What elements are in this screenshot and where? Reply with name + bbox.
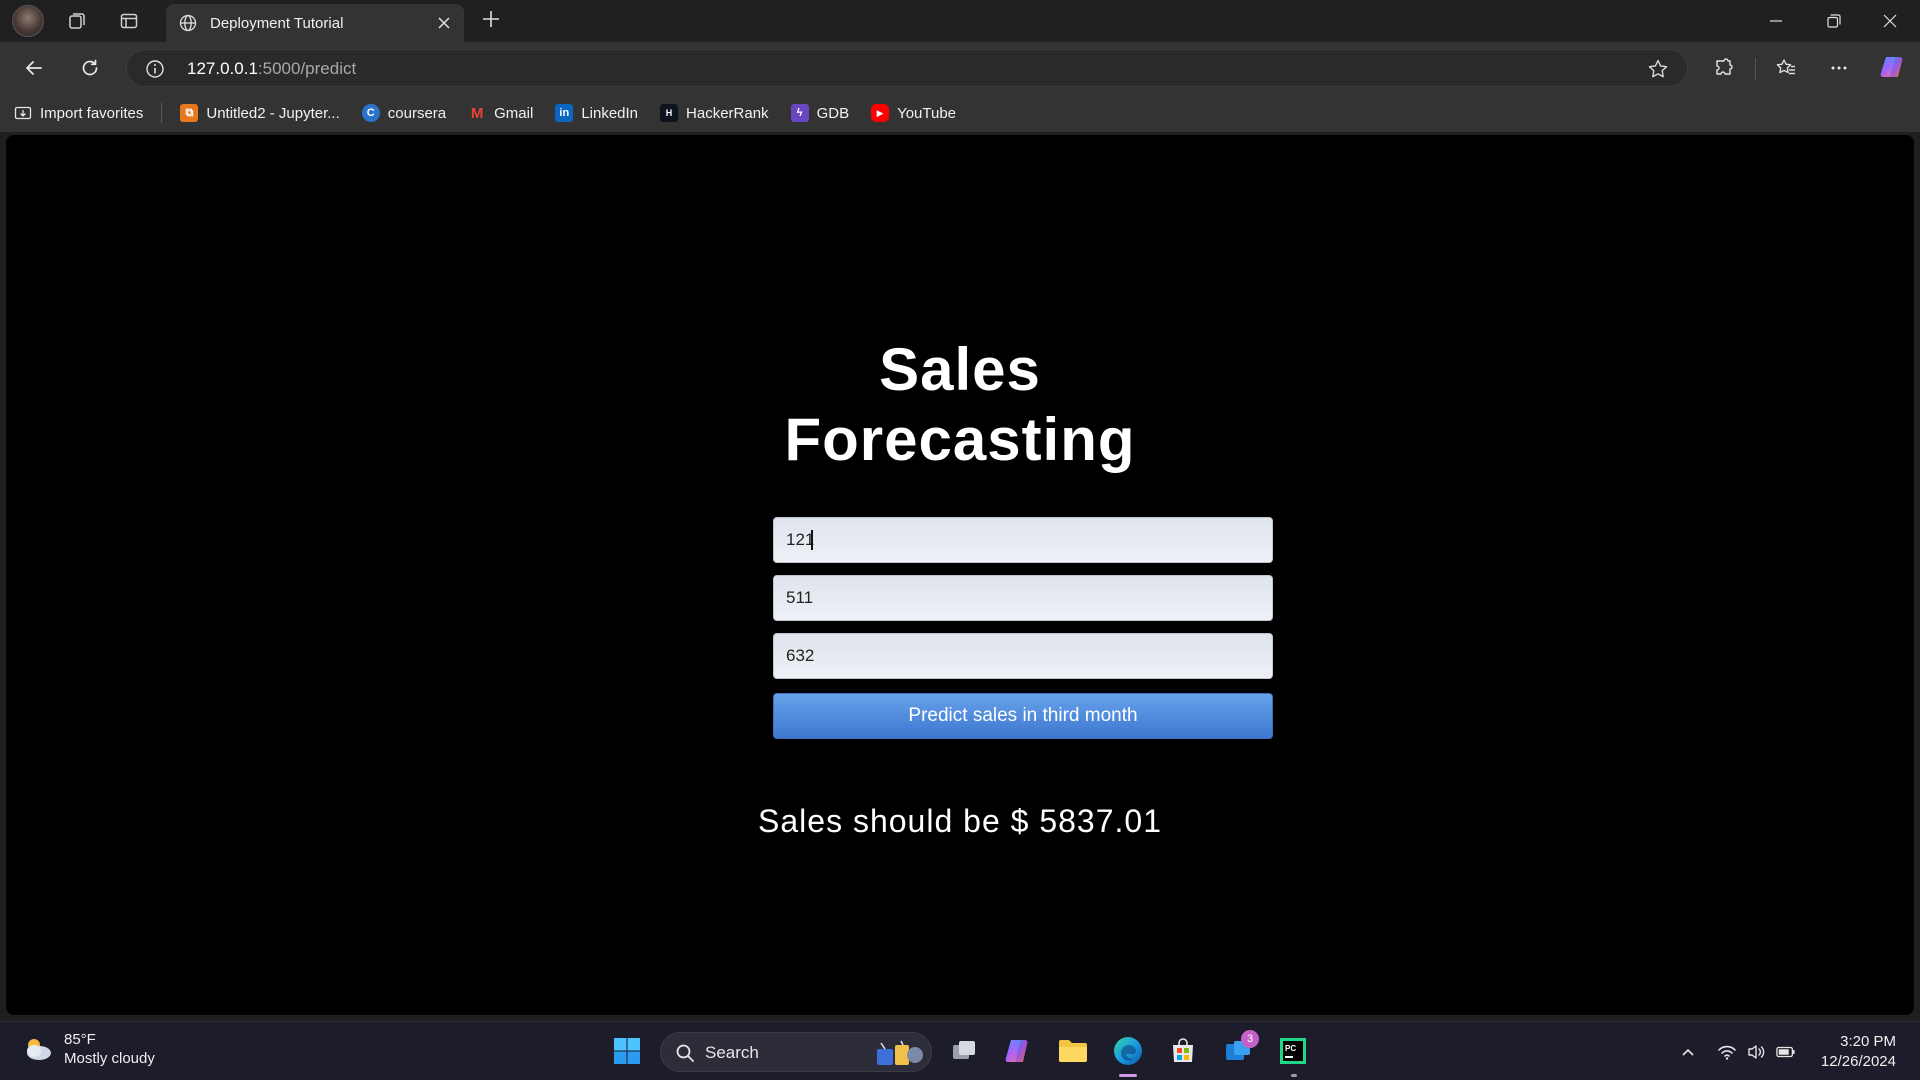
chevron-up-icon[interactable] <box>1678 1042 1698 1062</box>
task-view-icon[interactable] <box>947 1034 981 1068</box>
more-options-icon[interactable] <box>1823 52 1855 84</box>
predict-button[interactable]: Predict sales in third month <box>773 693 1273 739</box>
minimize-icon[interactable] <box>1756 6 1796 36</box>
refresh-icon[interactable] <box>74 52 106 84</box>
clock-time: 3:20 PM <box>1840 1033 1896 1050</box>
gdb-icon: ϟ <box>790 104 809 122</box>
file-explorer-icon[interactable] <box>1056 1034 1090 1068</box>
month3-sales-input[interactable] <box>773 633 1273 679</box>
weather-condition: Mostly cloudy <box>64 1050 155 1067</box>
import-icon <box>14 104 32 122</box>
tab-deployment-tutorial[interactable]: Deployment Tutorial <box>166 4 464 42</box>
bookmark-label: Gmail <box>494 104 534 122</box>
new-tab-button[interactable] <box>478 8 504 34</box>
page-title-line1: Sales <box>879 336 1041 403</box>
bookmark-linkedin[interactable]: in LinkedIn <box>555 99 638 127</box>
tab-close-icon[interactable] <box>434 13 454 33</box>
url-path: :5000/predict <box>257 59 357 78</box>
search-icon <box>675 1043 695 1068</box>
month2-sales-input[interactable] <box>773 575 1273 621</box>
bookmark-label: GDB <box>816 104 850 122</box>
microsoft-store-icon[interactable] <box>1166 1034 1200 1068</box>
edge-active-indicator <box>1119 1074 1137 1077</box>
coursera-icon: C <box>361 104 380 122</box>
pycharm-running-indicator <box>1291 1074 1297 1077</box>
globe-icon <box>178 13 198 33</box>
restore-icon[interactable] <box>1814 6 1854 36</box>
bookmarks-divider <box>161 103 163 123</box>
wifi-icon[interactable] <box>1717 1042 1737 1062</box>
bookmark-import-favorites[interactable]: Import favorites <box>14 99 143 127</box>
bookmark-gdb[interactable]: ϟ GDB <box>790 99 850 127</box>
extensions-icon[interactable] <box>1708 52 1740 84</box>
youtube-icon: ▶ <box>871 104 890 122</box>
hackerrank-icon: H <box>660 104 679 122</box>
battery-icon[interactable] <box>1776 1042 1796 1062</box>
linkedin-icon: in <box>555 104 574 122</box>
favorites-icon[interactable] <box>1770 52 1802 84</box>
vertical-tabs-icon[interactable] <box>116 8 142 34</box>
toolbar-divider <box>1755 58 1756 80</box>
edge-browser-icon[interactable] <box>1111 1034 1145 1068</box>
search-label: Search <box>705 1043 759 1062</box>
pycharm-icon[interactable]: PC <box>1276 1034 1310 1068</box>
close-window-icon[interactable] <box>1870 6 1910 36</box>
url-text[interactable]: 127.0.0.1:5000/predict <box>187 59 356 79</box>
url-host: 127.0.0.1 <box>187 59 258 78</box>
bookmark-label: Import favorites <box>40 104 144 122</box>
copilot-taskbar-icon[interactable] <box>1001 1034 1035 1068</box>
mail-app-icon[interactable]: 3 <box>1221 1030 1259 1068</box>
bookmark-label: YouTube <box>897 104 957 122</box>
bookmarks-bar: Import favorites ⧉ Untitled2 - Jupyter..… <box>0 94 1920 132</box>
browser-toolbar: 127.0.0.1:5000/predict <box>0 42 1920 94</box>
bookmark-jupyter[interactable]: ⧉ Untitled2 - Jupyter... <box>180 99 340 127</box>
profile-avatar[interactable] <box>12 5 44 37</box>
bookmark-youtube[interactable]: ▶ YouTube <box>871 99 956 127</box>
windows-start-icon[interactable] <box>610 1034 644 1068</box>
bookmark-label: coursera <box>387 104 447 122</box>
page-viewport: Sales Forecasting Predict sales in third… <box>6 135 1914 1015</box>
copilot-icon[interactable] <box>1878 52 1908 82</box>
bookmark-hackerrank[interactable]: H HackerRank <box>660 99 769 127</box>
bookmark-gmail[interactable]: M Gmail <box>468 99 533 127</box>
volume-icon[interactable] <box>1746 1042 1766 1062</box>
workspaces-icon[interactable] <box>64 8 90 34</box>
back-arrow-icon[interactable] <box>18 52 50 84</box>
taskbar-clock[interactable]: 3:20 PM 12/26/2024 <box>1821 1032 1896 1072</box>
tab-title: Deployment Tutorial <box>210 14 344 32</box>
windows-taskbar: 85°F Mostly cloudy Search 3 PC 3:20 PM 1… <box>0 1021 1920 1080</box>
prediction-result: Sales should be $ 5837.01 <box>758 803 1162 839</box>
svg-text:PC: PC <box>1285 1044 1296 1053</box>
text-caret <box>811 530 813 550</box>
site-info-icon[interactable] <box>145 59 165 79</box>
search-highlight-icon <box>871 1037 927 1069</box>
bookmark-label: HackerRank <box>686 104 769 122</box>
gmail-icon: M <box>470 104 484 122</box>
jupyter-icon: ⧉ <box>180 104 199 122</box>
month1-sales-input[interactable] <box>773 517 1273 563</box>
weather-widget[interactable]: 85°F Mostly cloudy <box>20 1030 155 1068</box>
bookmark-label: LinkedIn <box>581 104 639 122</box>
bookmark-coursera[interactable]: C coursera <box>361 99 447 127</box>
page-title-line2: Forecasting <box>784 406 1136 473</box>
browser-titlebar: Deployment Tutorial <box>0 0 1920 42</box>
bookmark-label: Untitled2 - Jupyter... <box>206 104 340 122</box>
cloudy-weather-icon <box>20 1031 56 1067</box>
notification-badge: 3 <box>1241 1030 1259 1048</box>
weather-temperature: 85°F <box>64 1031 96 1048</box>
address-bar[interactable]: 127.0.0.1:5000/predict <box>126 49 1688 87</box>
clock-date: 12/26/2024 <box>1820 1053 1896 1070</box>
favorite-star-icon[interactable] <box>1647 58 1669 80</box>
page-title: Sales Forecasting <box>6 335 1914 475</box>
taskbar-search[interactable]: Search <box>660 1032 932 1072</box>
